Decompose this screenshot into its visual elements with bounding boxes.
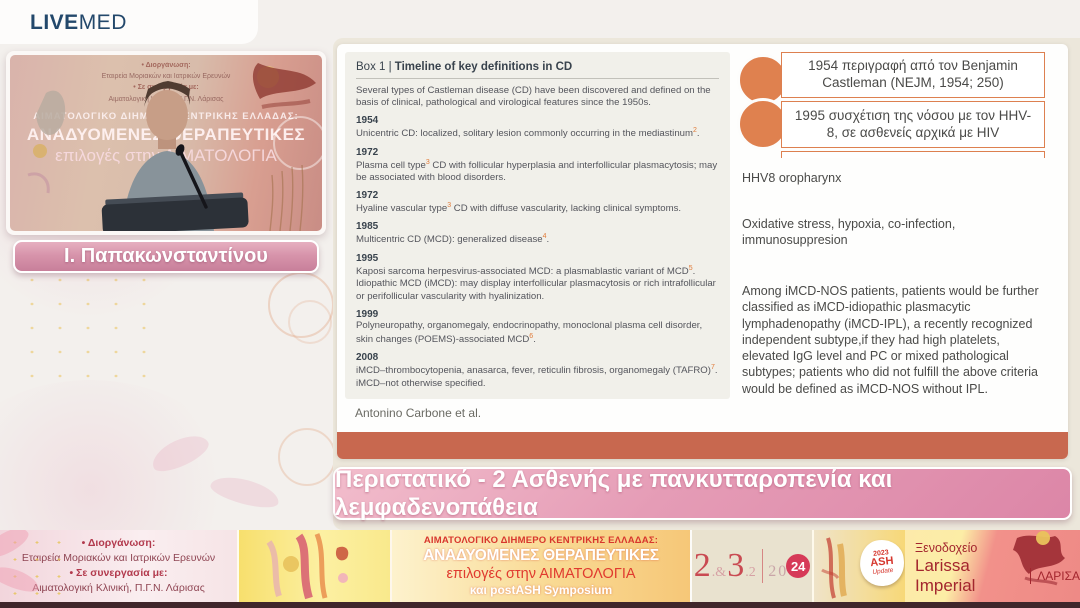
timeline-entry-text: iMCD–thrombocytopenia, anasarca, fever, … bbox=[356, 363, 719, 390]
speaker-face bbox=[146, 90, 188, 140]
conference-dates: 2.&3.2 20 24 bbox=[694, 549, 810, 583]
footer-conference-line3: επιλογές στην ΑΙΜΑΤΟΛΟΓΙΑ bbox=[446, 566, 635, 582]
logo-med: MED bbox=[79, 11, 127, 34]
date-day2: 3 bbox=[727, 549, 744, 583]
case-title-banner: Περιστατικό - 2 Ασθενής με πανκυτταροπεν… bbox=[333, 467, 1072, 520]
timeline-entry: 1985 Multicentric CD (MCD): generalized … bbox=[356, 221, 719, 247]
timeline-entry: 2008 iMCD–thrombocytopenia, anasarca, fe… bbox=[356, 352, 719, 390]
speaker-name-label: Ι. Παπακωνσταντίνου bbox=[13, 240, 319, 273]
timeline-entry: 1995 Kaposi sarcoma herpesvirus-associat… bbox=[356, 253, 719, 304]
date-year: 20 bbox=[768, 563, 788, 581]
footer-badge-section: 2023 ASH Update bbox=[812, 530, 905, 602]
timeline-entry-year: 1954 bbox=[356, 115, 719, 126]
timeline-entry-year: 2008 bbox=[356, 352, 719, 363]
footer-conference-line4: και postASH Symposium bbox=[470, 583, 612, 597]
slide-bottom-bar bbox=[337, 432, 1068, 459]
circle-decoration bbox=[274, 117, 322, 169]
leaf-decoration bbox=[208, 471, 282, 512]
note-hhv8: HHV8 oropharynx bbox=[742, 170, 1044, 186]
brush-stroke-decoration bbox=[253, 63, 316, 99]
date-divider bbox=[762, 549, 764, 583]
timeline-box-heading: Box 1 | Timeline of key definitions in C… bbox=[356, 61, 719, 79]
footer-artwork-section bbox=[237, 530, 390, 602]
presentation-slide: Box 1 | Timeline of key definitions in C… bbox=[337, 44, 1068, 459]
footer-artwork bbox=[239, 530, 390, 602]
timeline-entry-year: 1972 bbox=[356, 147, 719, 158]
timeline-box: Box 1 | Timeline of key definitions in C… bbox=[345, 52, 730, 399]
timeline-entry-year: 1972 bbox=[356, 190, 719, 201]
yellow-dots-decoration bbox=[18, 268, 168, 378]
footer-conference-line1: ΑΙΜΑΤΟΛΟΓΙΚΟ ΔΙΗΜΕΡΟ ΚΕΝΤΡΙΚΗΣ ΕΛΛΑΔΑΣ: bbox=[424, 535, 658, 546]
speaker-video-feed: • Διοργάνωση: Εταιρεία Μοριακών και Ιατρ… bbox=[10, 55, 322, 231]
date-day1: 2 bbox=[694, 549, 711, 583]
timeline-entry-text: Unicentric CD: localized, solitary lesio… bbox=[356, 126, 719, 141]
timeline-entry-text: Hyaline vascular type3 CD with diffuse v… bbox=[356, 201, 719, 216]
bottom-dark-strip bbox=[0, 602, 1080, 608]
venue-city: ΛΑΡΙΣΑ bbox=[1037, 569, 1080, 583]
note-imcd-nos: Among iMCD-NOS patients, patients would … bbox=[742, 283, 1044, 397]
timeline-entry-text: Kaposi sarcoma herpesvirus-associated MC… bbox=[356, 264, 719, 304]
slide-right-column: 1954 περιγραφή από τον Benjamin Castlema… bbox=[735, 52, 1047, 452]
venue-hotel-label: Ξενοδοχείο bbox=[915, 541, 1080, 555]
paint-blob-decoration bbox=[36, 91, 65, 135]
timeline-entry: 1972 Hyaline vascular type3 CD with diff… bbox=[356, 190, 719, 216]
swirl-ring-decoration bbox=[268, 272, 334, 338]
footer-venue-section: Ξενοδοχείο Larissa Imperial ΛΑΡΙΣΑ bbox=[905, 530, 1080, 602]
timeline-entry-year: 1995 bbox=[356, 253, 719, 264]
swirl-ring-decoration bbox=[288, 300, 332, 344]
swirl-ring-decoration bbox=[278, 428, 336, 486]
footer-conference-line2: ΑΝΑΔΥΟΜΕΝΕΣ ΘΕΡΑΠΕΥΤΙΚΕΣ bbox=[423, 547, 659, 565]
speaker-illustration bbox=[10, 55, 322, 231]
footer-collab-heading: • Σε συνεργασία με: bbox=[69, 566, 167, 581]
timeline-entries: 1954 Unicentric CD: localized, solitary … bbox=[356, 115, 719, 390]
note-oxidative-stress: Oxidative stress, hypoxia, co-infection,… bbox=[742, 216, 1044, 249]
timeline-entry-year: 1999 bbox=[356, 309, 719, 320]
speaker-video-card: • Διοργάνωση: Εταιρεία Μοριακών και Ιατρ… bbox=[6, 51, 326, 235]
footer-date-section: 2.&3.2 20 24 bbox=[690, 530, 812, 602]
timeline-box-intro: Several types of Castleman disease (CD) … bbox=[356, 85, 719, 110]
venue-divider bbox=[1030, 568, 1031, 584]
leaf-decoration bbox=[147, 429, 212, 478]
logo-live: LIVE bbox=[30, 11, 79, 34]
laptop bbox=[101, 192, 249, 231]
venue-name: Larissa Imperial bbox=[915, 556, 1024, 596]
smartart-partial-item bbox=[781, 151, 1045, 158]
timeline-entry-text: Plasma cell type3 CD with follicular hyp… bbox=[356, 158, 719, 185]
livemed-logo: LIVEMED bbox=[30, 11, 127, 35]
conference-footer: • Διοργάνωση: Εταιρεία Μοριακών και Ιατρ… bbox=[0, 530, 1080, 602]
date-year-circle: 24 bbox=[786, 554, 810, 578]
timeline-entry: 1972 Plasma cell type3 CD with follicula… bbox=[356, 147, 719, 185]
timeline-entry-text: Multicentric CD (MCD): generalized disea… bbox=[356, 232, 719, 247]
harp-strings-decoration bbox=[270, 175, 273, 231]
timeline-entry: 1999 Polyneuropathy, organomegaly, endoc… bbox=[356, 309, 719, 347]
timeline-entry-year: 1985 bbox=[356, 221, 719, 232]
slide-citation: Antonino Carbone et al. bbox=[355, 406, 481, 420]
footer-organizer-heading: • Διοργάνωση: bbox=[82, 536, 156, 551]
smartart-item-1954: 1954 περιγραφή από τον Benjamin Castlema… bbox=[781, 52, 1045, 98]
venue-text: Ξενοδοχείο Larissa Imperial ΛΑΡΙΣΑ bbox=[915, 541, 1080, 596]
footer-organizer-section: • Διοργάνωση: Εταιρεία Μοριακών και Ιατρ… bbox=[0, 530, 237, 602]
footer-conference-title-section: ΑΙΜΑΤΟΛΟΓΙΚΟ ΔΙΗΜΕΡΟ ΚΕΝΤΡΙΚΗΣ ΕΛΛΑΔΑΣ: … bbox=[390, 530, 690, 602]
timeline-entry-text: Polyneuropathy, organomegaly, endocrinop… bbox=[356, 320, 719, 347]
smartart-item-1995: 1995 συσχέτιση της νόσου με τον HHV-8, σ… bbox=[781, 101, 1045, 148]
timeline-entry: 1954 Unicentric CD: localized, solitary … bbox=[356, 115, 719, 141]
